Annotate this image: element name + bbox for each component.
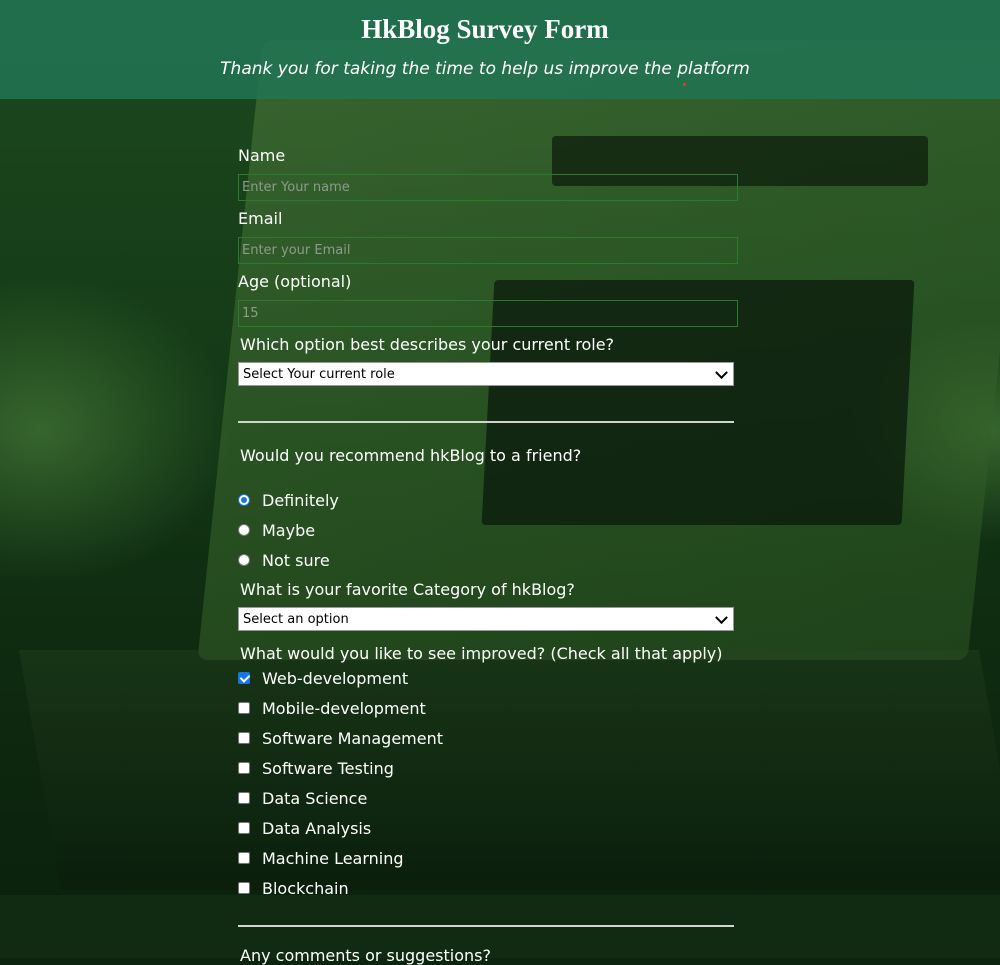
section-divider xyxy=(238,925,734,927)
checkbox-label-data-analysis: Data Analysis xyxy=(262,819,372,838)
chevron-down-icon xyxy=(715,611,728,625)
checkbox-software-management[interactable] xyxy=(238,732,250,744)
radio-label-not-sure: Not sure xyxy=(262,551,330,570)
age-label: Age (optional) xyxy=(238,272,352,291)
checkbox-software-testing[interactable] xyxy=(238,762,250,774)
age-placeholder: 15 xyxy=(242,306,259,321)
cursor-dot xyxy=(683,83,686,86)
checkbox-label-software-testing: Software Testing xyxy=(262,759,394,778)
email-label: Email xyxy=(238,209,283,228)
category-select[interactable]: Select an option xyxy=(238,607,734,631)
age-input[interactable]: 15 xyxy=(238,300,738,327)
radio-maybe[interactable] xyxy=(238,524,250,536)
email-input[interactable]: Enter your Email xyxy=(238,237,738,264)
page-title: HkBlog Survey Form xyxy=(361,14,609,44)
role-select[interactable]: Select Your current role xyxy=(238,362,734,386)
role-selected-value: Select Your current role xyxy=(243,367,395,382)
checkbox-label-data-science: Data Science xyxy=(262,789,368,808)
improvements-question: What would you like to see improved? (Ch… xyxy=(240,644,723,663)
name-label: Name xyxy=(238,146,286,165)
checkbox-label-blockchain: Blockchain xyxy=(262,879,349,898)
checkbox-machine-learning[interactable] xyxy=(238,852,250,864)
comments-label: Any comments or suggestions? xyxy=(240,946,491,965)
email-placeholder: Enter your Email xyxy=(242,243,351,258)
role-label: Which option best describes your current… xyxy=(240,335,615,354)
radio-not-sure[interactable] xyxy=(238,554,250,566)
checkbox-mobile-development[interactable] xyxy=(238,702,250,714)
checkbox-data-analysis[interactable] xyxy=(238,822,250,834)
checkbox-label-mobile-development: Mobile-development xyxy=(262,699,426,718)
checkbox-web-development[interactable] xyxy=(238,672,250,684)
page-header: HkBlog Survey Form Thank you for taking … xyxy=(0,0,1000,99)
checkbox-blockchain[interactable] xyxy=(238,882,250,894)
name-input[interactable]: Enter Your name xyxy=(238,174,738,201)
checkbox-label-web-development: Web-development xyxy=(262,669,409,688)
page-subtitle: Thank you for taking the time to help us… xyxy=(220,59,750,79)
name-placeholder: Enter Your name xyxy=(242,180,350,195)
category-label: What is your favorite Category of hkBlog… xyxy=(240,580,575,599)
recommend-question: Would you recommend hkBlog to a friend? xyxy=(240,446,582,465)
checkbox-label-software-management: Software Management xyxy=(262,729,444,748)
chevron-down-icon xyxy=(715,366,728,380)
category-selected-value: Select an option xyxy=(243,612,349,627)
section-divider xyxy=(238,421,734,423)
checkbox-data-science[interactable] xyxy=(238,792,250,804)
radio-label-maybe: Maybe xyxy=(262,521,316,540)
radio-label-definitely: Definitely xyxy=(262,491,339,510)
survey-page: HkBlog Survey Form Thank you for taking … xyxy=(0,0,1000,965)
checkbox-label-machine-learning: Machine Learning xyxy=(262,849,404,868)
radio-definitely[interactable] xyxy=(238,494,250,506)
